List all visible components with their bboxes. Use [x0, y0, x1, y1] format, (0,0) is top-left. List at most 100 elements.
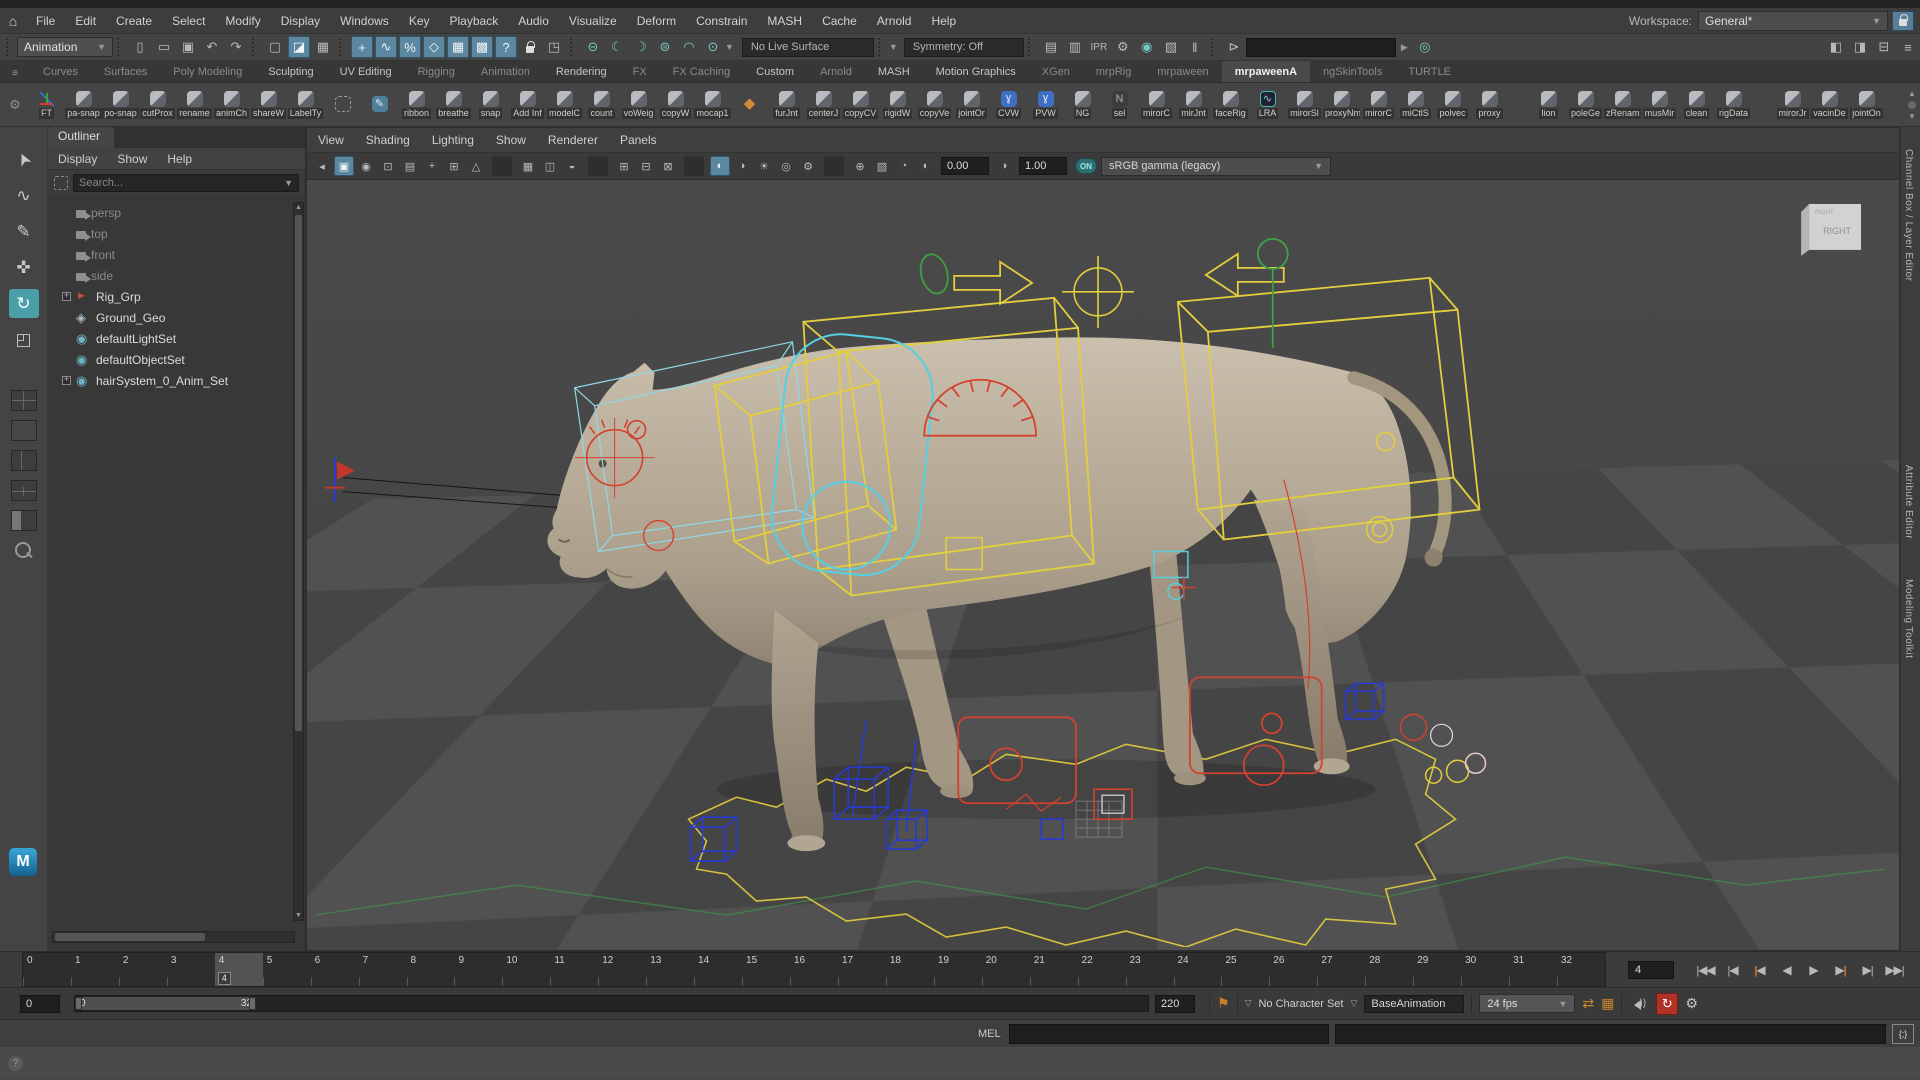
- menu-item[interactable]: Select: [162, 8, 215, 33]
- tool-settings-toggle-icon[interactable]: ◧: [1825, 36, 1847, 58]
- grip-handle[interactable]: [1211, 38, 1218, 56]
- menu-item[interactable]: Cache: [812, 8, 867, 33]
- shelf-button[interactable]: copyW: [657, 91, 694, 119]
- shelf-tab[interactable]: mrpaweenA: [1222, 61, 1310, 82]
- shelf-button[interactable]: breathe: [435, 91, 472, 119]
- snap-point-icon[interactable]: %: [399, 36, 421, 58]
- chevron-down-icon[interactable]: ▽: [1245, 998, 1252, 1009]
- menu-item[interactable]: Visualize: [559, 8, 627, 33]
- gamma-field[interactable]: 1.00: [1019, 157, 1067, 175]
- shelf-button[interactable]: shareW: [250, 91, 287, 119]
- frame-ruler[interactable]: 0123445678910111213141516171819202122232…: [22, 952, 1606, 987]
- expand-icon[interactable]: [62, 208, 71, 217]
- menu-item[interactable]: Arnold: [867, 8, 922, 33]
- frame-tick[interactable]: 32: [1557, 953, 1605, 986]
- lighting-flat-icon[interactable]: ◑: [732, 156, 752, 176]
- workspace-dropdown[interactable]: General* ▼: [1698, 11, 1888, 31]
- outliner-item[interactable]: front: [48, 244, 305, 265]
- character-set-dropdown[interactable]: No Character Set: [1258, 998, 1343, 1010]
- outliner-item[interactable]: defaultLightSet: [48, 328, 305, 349]
- viewport-menu-item[interactable]: Lighting: [421, 133, 485, 147]
- outliner-item[interactable]: Rig_Grp: [48, 286, 305, 307]
- shelf-tab[interactable]: Motion Graphics: [923, 61, 1029, 82]
- shelf-tab[interactable]: Curves: [30, 61, 91, 82]
- save-scene-icon[interactable]: ▣: [177, 36, 199, 58]
- viewport-3d-view[interactable]: RIGHT RIGHT: [307, 180, 1899, 950]
- shelf-item-lattice[interactable]: [324, 96, 361, 113]
- history-toggle-icon[interactable]: ⊜: [654, 36, 676, 58]
- frame-tick[interactable]: 20: [982, 953, 1030, 986]
- select-object-icon[interactable]: ◪: [288, 36, 310, 58]
- render-settings-icon[interactable]: ⚙: [1112, 36, 1134, 58]
- gamma-icon[interactable]: ◑: [994, 156, 1014, 176]
- isolate-select-icon[interactable]: ⊕: [850, 156, 870, 176]
- tab-attribute-editor[interactable]: Attribute Editor: [1903, 465, 1914, 539]
- selection-input-icon[interactable]: ⊳: [1223, 36, 1245, 58]
- green-pole-controls[interactable]: [916, 239, 1287, 348]
- outliner-vertical-scrollbar[interactable]: ▲ ▼: [293, 202, 304, 921]
- auto-keyframe-button[interactable]: ↻: [1656, 993, 1678, 1015]
- chevron-down-icon[interactable]: ▼: [889, 42, 898, 52]
- shelf-button[interactable]: ribbon: [398, 91, 435, 119]
- shelf-tab[interactable]: Sculpting: [255, 61, 326, 82]
- make-live-icon[interactable]: ▩: [471, 36, 493, 58]
- frame-tick[interactable]: 8: [407, 953, 455, 986]
- menu-item[interactable]: MASH: [757, 8, 812, 33]
- workspace-lock-button[interactable]: [1892, 11, 1914, 31]
- target-circle-control[interactable]: [1062, 256, 1134, 328]
- outliner-item[interactable]: side: [48, 265, 305, 286]
- frame-tick[interactable]: 5: [263, 953, 311, 986]
- shelf-tab[interactable]: Surfaces: [91, 61, 160, 82]
- layout-four-pane-button[interactable]: [11, 390, 37, 411]
- select-tool[interactable]: ➤: [4, 140, 43, 179]
- exposure-toggle-icon[interactable]: ◔: [894, 156, 914, 176]
- shelf-button[interactable]: zRenam: [1604, 91, 1641, 119]
- history-curve-icon[interactable]: ◠: [678, 36, 700, 58]
- shelf-button[interactable]: proxyNm: [1323, 91, 1360, 119]
- frame-tick[interactable]: 44: [215, 953, 263, 986]
- frame-tick[interactable]: 2: [119, 953, 167, 986]
- frame-tick[interactable]: 30: [1461, 953, 1509, 986]
- frame-tick[interactable]: 12: [598, 953, 646, 986]
- viewport-settings-icon[interactable]: ⚙: [798, 156, 818, 176]
- viewport-icon[interactable]: [492, 156, 512, 176]
- menu-item[interactable]: Create: [106, 8, 162, 33]
- shelf-button[interactable]: sel: [1101, 91, 1138, 119]
- fps-dropdown[interactable]: 24 fps ▼: [1479, 994, 1575, 1013]
- viewport-menu-item[interactable]: Shading: [355, 133, 421, 147]
- shelf-button[interactable]: mirorJr: [1774, 91, 1811, 119]
- shelf-button[interactable]: voWeig: [620, 91, 657, 119]
- snap-grid-icon[interactable]: +: [351, 36, 373, 58]
- chevron-down-icon[interactable]: ▽: [1350, 998, 1357, 1009]
- live-surface-field[interactable]: No Live Surface: [742, 38, 874, 57]
- shelf-button[interactable]: cutProx: [139, 91, 176, 119]
- shelf-button[interactable]: CVW: [990, 91, 1027, 119]
- shelf-button[interactable]: polvec: [1434, 91, 1471, 119]
- grip-handle[interactable]: [6, 38, 13, 56]
- outliner-item[interactable]: hairSystem_0_Anim_Set: [48, 370, 305, 391]
- render-view-icon[interactable]: ▤: [1040, 36, 1062, 58]
- grip-handle[interactable]: [878, 38, 885, 56]
- search-history-icon[interactable]: ◎: [1414, 36, 1436, 58]
- new-scene-icon[interactable]: ▯: [129, 36, 151, 58]
- default-light-icon[interactable]: ☀: [754, 156, 774, 176]
- frame-tick[interactable]: 7: [359, 953, 407, 986]
- shelf-tab[interactable]: FX Caching: [660, 61, 743, 82]
- shelf-button[interactable]: mirorC: [1138, 91, 1175, 119]
- shelf-button[interactable]: centerJ: [805, 91, 842, 119]
- plane-icon[interactable]: ▧: [872, 156, 892, 176]
- expand-icon[interactable]: [62, 334, 71, 343]
- frame-tick[interactable]: 3: [167, 953, 215, 986]
- frame-tick[interactable]: 22: [1078, 953, 1126, 986]
- shelf-button[interactable]: count: [583, 91, 620, 119]
- tab-channel-box-layer-editor[interactable]: Channel Box / Layer Editor: [1903, 149, 1914, 282]
- animation-preferences-icon[interactable]: ⚙: [1685, 995, 1698, 1012]
- frame-tick[interactable]: 13: [646, 953, 694, 986]
- colorspace-dropdown[interactable]: sRGB gamma (legacy) ▼: [1101, 157, 1331, 176]
- menu-item[interactable]: Deform: [627, 8, 686, 33]
- snap-curve-icon[interactable]: ∿: [375, 36, 397, 58]
- wireframe-icon[interactable]: ▦: [518, 156, 538, 176]
- menu-item[interactable]: Windows: [330, 8, 399, 33]
- shelf-button[interactable]: jointOr: [953, 91, 990, 119]
- shelf-button[interactable]: LRA: [1249, 91, 1286, 119]
